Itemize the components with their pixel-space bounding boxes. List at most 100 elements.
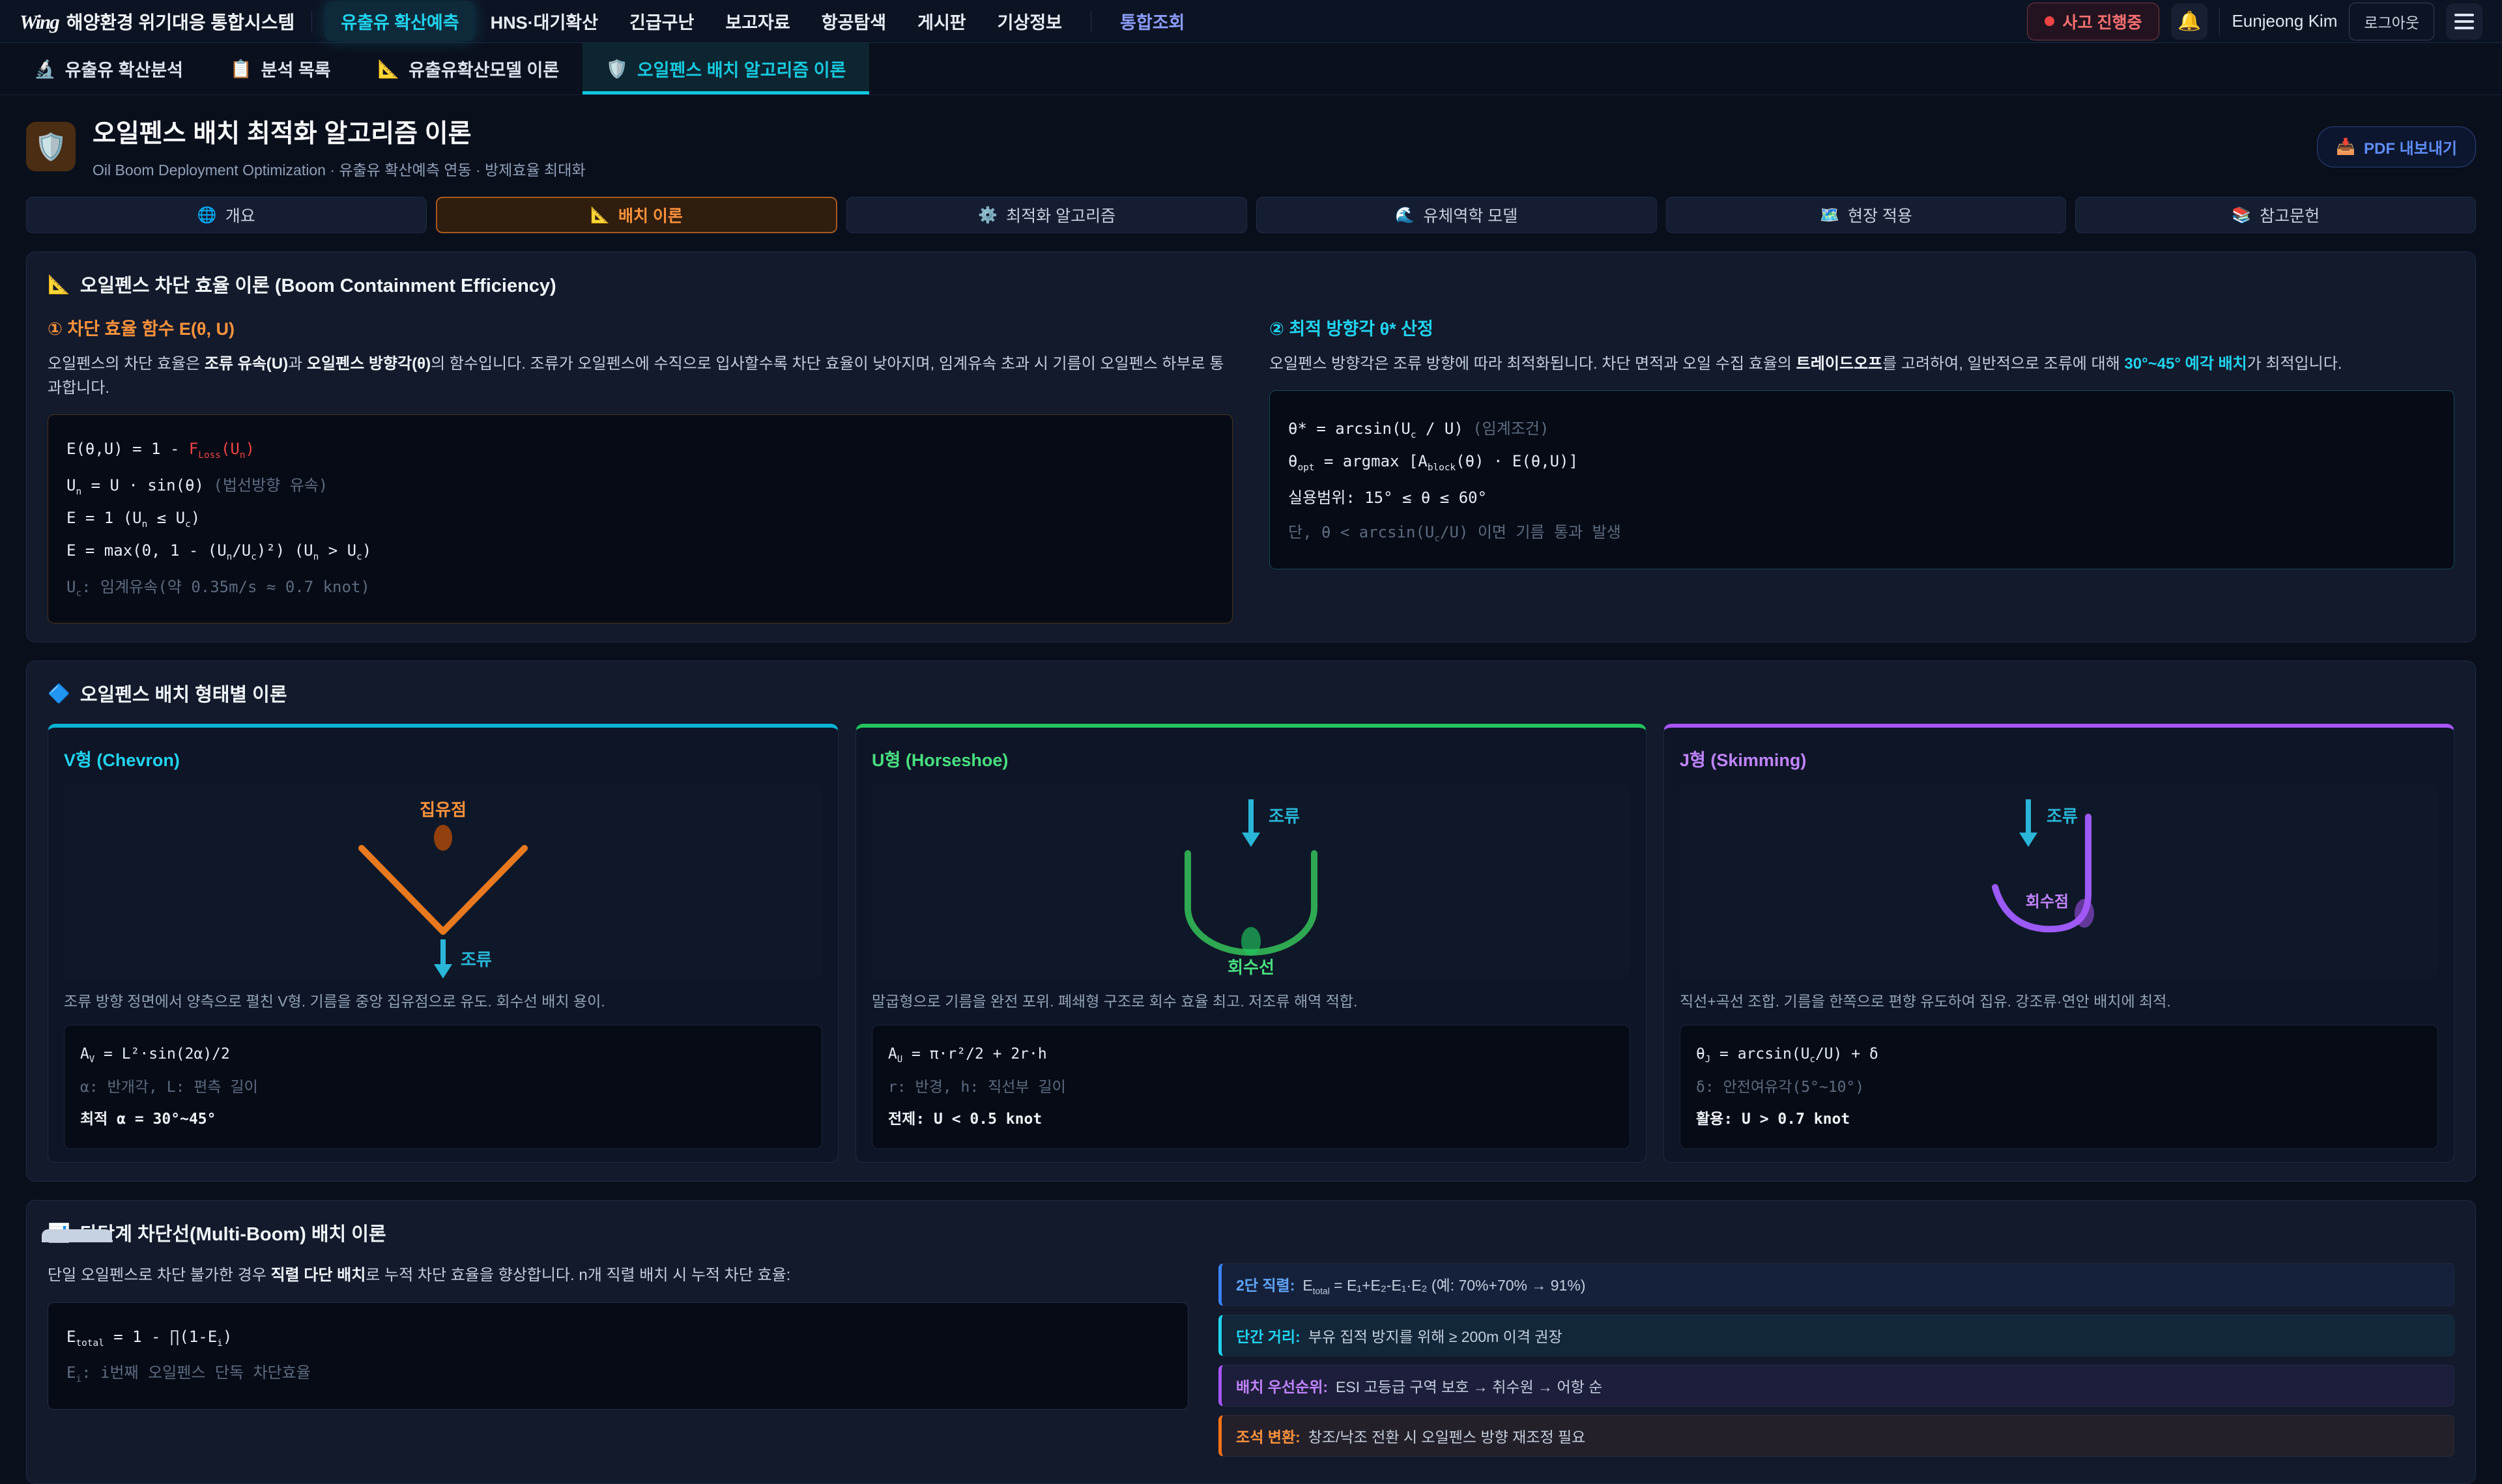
boom-line-right xyxy=(443,848,525,932)
user-name: Eunjeong Kim xyxy=(2232,11,2337,31)
tab-spill-diffusion-analysis[interactable]: 🔬 유출유 확산분석 xyxy=(10,43,207,94)
formula-line: θJ = arcsin(Uc/U) + δ xyxy=(1696,1046,2422,1065)
bell-icon: 🔔 xyxy=(2178,10,2201,33)
chevron-formula-block: AV = L²·sin(2α)/2 α: 반개각, L: 편측 길이 최적 α … xyxy=(64,1025,822,1150)
recovery-dot xyxy=(2075,899,2094,928)
section-tab-deployment-theory[interactable]: 📐 배치 이론 xyxy=(436,197,838,233)
horseshoe-formula-block: AU = π·r²/2 + 2r·h r: 반경, h: 직선부 길이 전제: … xyxy=(872,1025,1630,1150)
current-label: 조류 xyxy=(1269,806,1300,826)
skimming-description: 직선+곡선 조합. 기름을 한쪽으로 편향 유도하여 집유. 강조류·연안 배치… xyxy=(1680,990,2438,1013)
triangle-ruler-icon: 📐 xyxy=(590,206,610,225)
optimal-angle-heading: ② 최적 방향각 θ* 산정 xyxy=(1269,315,2454,340)
multiboom-guidelines: 2단 직렬: Etotal = E₁+E₂-E₁·E₂ (예: 70%+70% … xyxy=(1218,1263,2454,1465)
collection-point-label: 집유점 xyxy=(420,800,467,820)
wave-icon: 🌊 xyxy=(1395,206,1415,225)
chevron-card-title: V형 (Chevron) xyxy=(64,746,822,771)
current-arrowhead-icon xyxy=(1242,833,1260,847)
panel-title: 📊 다단계 차단선(Multi-Boom) 배치 이론 xyxy=(48,1219,2454,1246)
page-title: 오일펜스 배치 최적화 알고리즘 이론 xyxy=(93,113,586,150)
nav-item-hns-atmospheric[interactable]: HNS·대기확산 xyxy=(475,1,614,41)
incident-status-badge[interactable]: 사고 진행중 xyxy=(2027,3,2160,40)
triangle-ruler-icon: 📐 xyxy=(378,59,400,79)
multiboom-formula-block: Etotal = 1 - ∏(1-Ei) Ei: i번째 오일펜스 단독 차단효… xyxy=(48,1302,1188,1410)
pdf-export-button[interactable]: 📥 PDF 내보내기 xyxy=(2317,126,2476,167)
section-tab-field-application[interactable]: 🗺️ 현장 적용 xyxy=(1666,197,2067,233)
formula-line: E = max(0, 1 - (Un/Uc)²) (Un > Uc) xyxy=(66,541,1214,562)
page-header-text: 오일펜스 배치 최적화 알고리즘 이론 Oil Boom Deployment … xyxy=(93,113,586,180)
nav-item-emergency-rescue[interactable]: 긴급구난 xyxy=(614,1,710,41)
nav-item-aerial-search[interactable]: 항공탐색 xyxy=(806,1,902,41)
formula-line: 실용범위: 15° ≤ θ ≤ 60° xyxy=(1288,485,2436,507)
efficiency-function-paragraph: 오일펜스의 차단 효율은 조류 유속(U)과 오일펜스 방향각(θ)의 함수입니… xyxy=(48,352,1233,400)
efficiency-function-heading: ① 차단 효율 함수 E(θ, U) xyxy=(48,315,1233,340)
app-logo[interactable]: Wing 해양환경 위기대응 통합시스템 xyxy=(20,8,295,35)
shield-icon: 🛡️ xyxy=(26,122,76,171)
topnav-right: 사고 진행중 🔔 Eunjeong Kim 로그아웃 xyxy=(2027,3,2482,40)
recovery-point-label: 회수점 xyxy=(2026,893,2069,911)
efficiency-formula-block: E(θ,U) = 1 - FLoss(Un) Un = U · sin(θ) (… xyxy=(48,414,1233,623)
microscope-icon: 🔬 xyxy=(34,59,56,79)
tab-diffusion-model-theory[interactable]: 📐 유출유확산모델 이론 xyxy=(354,43,583,94)
clipboard-icon: 📋 xyxy=(230,59,252,79)
horseshoe-diagram: 조류 회수선 xyxy=(872,783,1630,978)
containment-efficiency-panel: 📐 오일펜스 차단 효율 이론 (Boom Containment Effici… xyxy=(26,251,2476,642)
recovery-dot xyxy=(1241,927,1261,956)
formula-line: 전제: U < 0.5 knot xyxy=(888,1106,1614,1128)
formula-line: α: 반개각, L: 편측 길이 xyxy=(80,1074,806,1096)
formula-line: E = 1 (Un ≤ Uc) xyxy=(66,509,1214,530)
horseshoe-card: U형 (Horseshoe) 조류 회수선 말굽형으로 기름을 완전 포위. 폐… xyxy=(856,724,1646,1163)
nav-divider xyxy=(311,10,312,33)
blue-diamond-icon: 🔷 xyxy=(48,683,70,704)
boom-line-left xyxy=(362,848,443,932)
multiboom-panel: 📊 다단계 차단선(Multi-Boom) 배치 이론 단일 오일펜스로 차단 … xyxy=(26,1200,2476,1484)
formula-line: Ei: i번째 오일펜스 단독 차단효율 xyxy=(66,1360,1170,1384)
page-subtitle: Oil Boom Deployment Optimization · 유출유 확… xyxy=(93,158,586,180)
boom-shapes-panel: 🔷 오일펜스 배치 형태별 이론 V형 (Chevron) 집유점 조류 조류 … xyxy=(26,661,2476,1182)
chevron-description: 조류 방향 정면에서 양측으로 펼친 V형. 기름을 중앙 집유점으로 유도. … xyxy=(64,990,822,1013)
tab-boom-algorithm-theory[interactable]: 🛡️ 오일펜스 배치 알고리즘 이론 xyxy=(582,43,869,94)
page-header: 🛡️ 오일펜스 배치 최적화 알고리즘 이론 Oil Boom Deployme… xyxy=(26,113,2476,180)
recovery-vessel-label: 회수선 xyxy=(1228,958,1274,977)
panel-title: 🔷 오일펜스 배치 형태별 이론 xyxy=(48,679,2454,707)
optimal-angle-column: ② 최적 방향각 θ* 산정 오일펜스 방향각은 조류 방향에 따라 최적화됩니… xyxy=(1269,315,2454,623)
section-tab-optimization-algorithm[interactable]: ⚙️ 최적화 알고리즘 xyxy=(846,197,1247,233)
section-tab-references[interactable]: 📚 참고문헌 xyxy=(2075,197,2476,233)
chevron-card: V형 (Chevron) 집유점 조류 조류 방향 정면에서 양측으로 펼친 V… xyxy=(48,724,839,1163)
triangle-ruler-icon: 📐 xyxy=(48,274,70,295)
nav-item-weather[interactable]: 기상정보 xyxy=(982,1,1078,41)
horseshoe-description: 말굽형으로 기름을 완전 포위. 폐쇄형 구조로 회수 효율 최고. 저조류 해… xyxy=(872,990,1630,1013)
formula-line: θopt = argmax [Ablock(θ) · E(θ,U)] xyxy=(1288,452,2436,473)
nav-item-oil-spill-prediction[interactable]: 유출유 확산예측 xyxy=(325,1,474,41)
hamburger-menu-button[interactable] xyxy=(2446,3,2482,40)
skimming-card-title: J형 (Skimming) xyxy=(1680,746,2438,771)
horseshoe-card-title: U형 (Horseshoe) xyxy=(872,746,1630,771)
horizontal-scrollbar-thumb[interactable] xyxy=(42,1229,112,1242)
incident-badge-label: 사고 진행중 xyxy=(2063,10,2142,33)
skimming-diagram: 조류 회수점 xyxy=(1680,783,2438,978)
notifications-button[interactable]: 🔔 xyxy=(2171,3,2207,40)
nav-item-reports[interactable]: 보고자료 xyxy=(710,1,805,41)
formula-line: 단, θ < arcsin(Uc/U) 이면 기름 통과 발생 xyxy=(1288,519,2436,544)
formula-line: Etotal = 1 - ∏(1-Ei) xyxy=(66,1328,1170,1348)
logout-button[interactable]: 로그아웃 xyxy=(2349,3,2434,40)
guideline-row-tide-change: 조석 변환: 창조/낙조 전환 시 오일펜스 방향 재조정 필요 xyxy=(1218,1415,2454,1457)
nav-item-board[interactable]: 게시판 xyxy=(902,1,982,41)
current-label: 조류 xyxy=(2047,806,2078,826)
formula-line: 최적 α = 30°~45° xyxy=(80,1106,806,1128)
nav-item-integrated-search[interactable]: 통합조회 xyxy=(1104,1,1200,41)
tab-analysis-list[interactable]: 📋 분석 목록 xyxy=(207,43,354,94)
section-tab-hydrodynamics-model[interactable]: 🌊 유체역학 모델 xyxy=(1256,197,1657,233)
shield-icon: 🛡️ xyxy=(606,59,628,79)
guideline-row-serial: 2단 직렬: Etotal = E₁+E₂-E₁·E₂ (예: 70%+70% … xyxy=(1218,1263,2454,1306)
current-label: 조류 xyxy=(461,950,492,969)
optimal-angle-paragraph: 오일펜스 방향각은 조류 방향에 따라 최적화됩니다. 차단 면적과 오일 수집… xyxy=(1269,352,2454,376)
books-icon: 📚 xyxy=(2232,206,2251,225)
app-title: 해양환경 위기대응 통합시스템 xyxy=(66,8,295,35)
efficiency-function-column: ① 차단 효율 함수 E(θ, U) 오일펜스의 차단 효율은 조류 유속(U)… xyxy=(48,315,1233,623)
optimal-angle-formula-block: θ* = arcsin(Uc / U) (임계조건) θopt = argmax… xyxy=(1269,390,2454,569)
section-tab-overview[interactable]: 🌐 개요 xyxy=(26,197,427,233)
map-icon: 🗺️ xyxy=(1820,206,1839,225)
menu-icon xyxy=(2454,14,2474,16)
top-nav: Wing 해양환경 위기대응 통합시스템 유출유 확산예측 HNS·대기확산 긴… xyxy=(0,0,2502,43)
formula-line: AU = π·r²/2 + 2r·h xyxy=(888,1046,1614,1065)
